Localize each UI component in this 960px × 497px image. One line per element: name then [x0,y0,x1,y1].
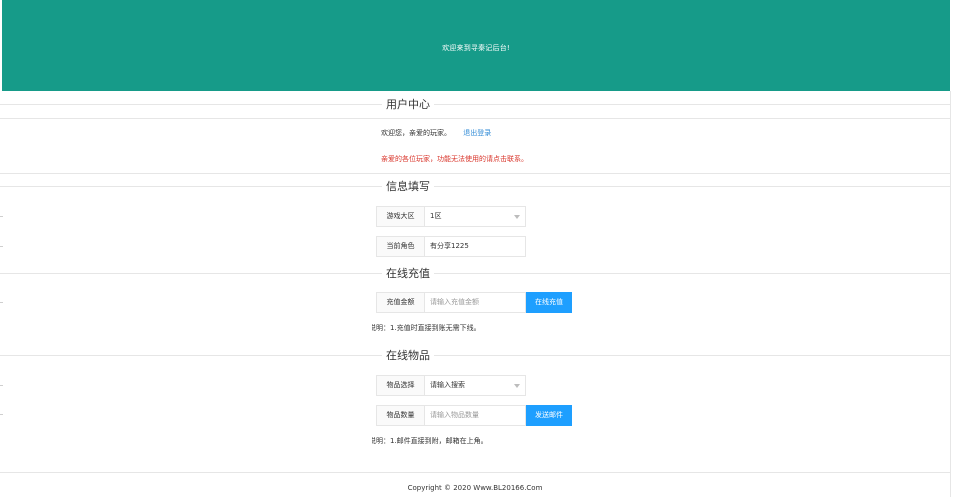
logout-link[interactable]: 退出登录 [463,129,491,137]
section-title-info: 信息填写 [382,180,434,194]
zone-select[interactable]: 1区 [424,206,526,227]
section-divider-info [0,186,950,187]
role-value: 有分享1225 [430,242,469,250]
item-select-value: 请输入搜索 [430,381,465,389]
section-subline [0,118,950,119]
send-mail-button[interactable]: 发送邮件 [526,405,572,426]
recharge-button[interactable]: 在线充值 [526,292,572,313]
edge-mark [0,414,3,415]
item-select-label: 物品选择 [376,375,425,396]
section-title-recharge: 在线充值 [382,267,434,281]
edge-mark [0,302,3,303]
header-banner: 欢迎来到寻秦记后台! [2,0,950,91]
recharge-note-text: 说明：1.充值时直接到账无需下线。 [372,324,481,332]
section-divider-user-center [0,104,950,105]
zone-selected-value: 1区 [430,212,442,220]
section-title-user-center: 用户中心 [382,98,434,112]
chevron-down-icon [514,215,520,219]
amount-placeholder: 请输入充值金额 [430,298,479,306]
chevron-down-icon [514,384,520,388]
item-qty-placeholder: 请输入物品数量 [430,411,479,419]
header-title: 欢迎来到寻秦记后台! [442,44,510,52]
edge-mark [0,216,3,217]
zone-label: 游戏大区 [376,206,425,227]
footer-copyright: Copyright © 2020 Www.BL20166.Com [407,484,543,492]
section-divider-top [0,173,950,174]
items-note: 说明：1.邮件直接到附，邮箱在上角。 [372,436,572,446]
recharge-note: 说明：1.充值时直接到账无需下线。 [372,323,572,333]
right-border [950,91,951,497]
role-field: 有分享1225 [424,236,526,257]
welcome-text: 欢迎您，亲爱的玩家。 [381,129,451,137]
section-divider-recharge [0,273,950,274]
welcome-message: 欢迎您，亲爱的玩家。 退出登录 [381,128,491,138]
footer-divider [0,472,950,473]
edge-mark [0,385,3,386]
section-divider-items [0,355,950,356]
item-select[interactable]: 请输入搜索 [424,375,526,396]
item-qty-input[interactable]: 请输入物品数量 [424,405,526,426]
section-title-items: 在线物品 [382,349,434,363]
amount-input[interactable]: 请输入充值金额 [424,292,526,313]
edge-mark [0,246,3,247]
page: 欢迎来到寻秦记后台! 用户中心 欢迎您，亲爱的玩家。 退出登录 亲爱的各位玩家，… [0,0,960,497]
items-note-text: 说明：1.邮件直接到附，邮箱在上角。 [372,437,488,445]
role-label: 当前角色 [376,236,425,257]
item-qty-label: 物品数量 [376,405,425,426]
amount-label: 充值金额 [376,292,425,313]
notice-text: 亲爱的各位玩家，功能无法使用的请点击联系。 [381,155,528,163]
